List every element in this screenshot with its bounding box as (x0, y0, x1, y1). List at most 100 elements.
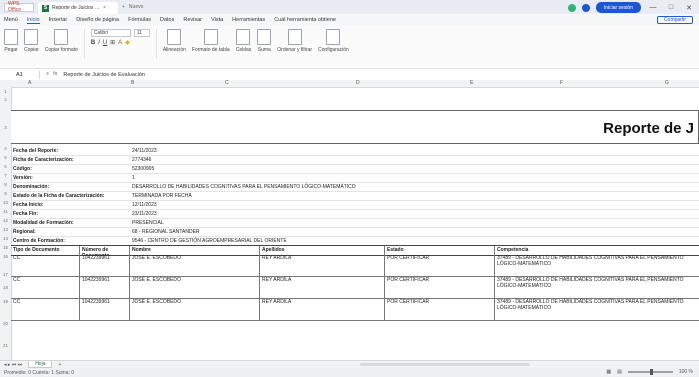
table-cell[interactable]: CC (11, 254, 79, 276)
alignment-icon[interactable] (167, 29, 182, 45)
menu-item[interactable]: Revisar (183, 17, 202, 23)
table-cell[interactable]: 1042239961 (79, 276, 129, 298)
menu-search[interactable]: Cuál herramienta obtiene (274, 17, 336, 23)
column-header[interactable]: E (470, 80, 473, 86)
row-number[interactable]: 5 (0, 155, 11, 160)
table-row[interactable]: CC 1042239961 JOSÉ E. ESCOBEDO REY ARDIL… (11, 254, 699, 277)
format-painter-icon[interactable] (54, 29, 69, 45)
name-box[interactable]: A1 (0, 70, 40, 79)
close-button[interactable]: ✕ (683, 4, 695, 12)
page-layout-icon[interactable]: ▤ (617, 369, 622, 375)
row-number[interactable]: 14 (0, 236, 11, 241)
bold-button[interactable]: B (91, 40, 95, 46)
format-painter-group[interactable]: Copiar formato (45, 29, 78, 53)
settings-group[interactable]: Configuración (318, 29, 349, 53)
row-number[interactable]: 1 (0, 89, 11, 94)
copy-group[interactable]: Copiar (24, 29, 39, 53)
table-cell[interactable]: 37489 - DESARROLLO DE HABILIDADES COGNIT… (494, 254, 699, 276)
maximize-button[interactable]: □ (665, 4, 677, 11)
border-icon[interactable]: ⊞ (110, 39, 115, 46)
alignment-group[interactable]: Alineación (163, 29, 186, 53)
row-number[interactable]: 2 (0, 97, 11, 102)
font-name-select[interactable]: Calibri (90, 29, 131, 37)
row-number[interactable]: 16 (0, 254, 11, 259)
formula-input[interactable]: Reporte de Juicios de Evaluación (63, 72, 145, 78)
table-cell[interactable]: 37489 - DESARROLLO DE HABILIDADES COGNIT… (494, 276, 699, 298)
row-number[interactable]: 19 (0, 299, 11, 304)
document-tab[interactable]: S Reporte de Juicios Evaluativos × (38, 2, 118, 14)
row-number[interactable]: 9 (0, 191, 11, 196)
row-number[interactable]: 20 (0, 321, 11, 326)
copy-icon[interactable] (24, 29, 39, 45)
row-number[interactable]: 8 (0, 182, 11, 187)
table-cell[interactable]: 1042239961 (79, 298, 129, 320)
menu-item[interactable]: Menú (4, 17, 18, 23)
row-number[interactable]: 15 (0, 245, 11, 250)
sort-group[interactable]: Ordenar y filtrar (277, 29, 312, 53)
format-table-group[interactable]: Formato de tabla (192, 29, 230, 53)
column-header[interactable]: D (356, 80, 360, 86)
font-color-icon[interactable]: A (118, 40, 122, 46)
new-tab-button[interactable]: + (122, 4, 125, 10)
table-cell[interactable]: 37489 - DESARROLLO DE HABILIDADES COGNIT… (494, 298, 699, 320)
zoom-knob[interactable] (649, 369, 653, 375)
cells-icon[interactable] (236, 29, 251, 45)
share-button[interactable]: Compartir (657, 16, 693, 24)
row-number[interactable]: 7 (0, 173, 11, 178)
table-cell[interactable]: 1042239961 (79, 254, 129, 276)
table-row[interactable]: CC 1042239961 JOSÉ E. ESCOBEDO REY ARDIL… (11, 298, 699, 321)
report-header-cell[interactable]: Reporte de J (11, 110, 699, 144)
fx-icon[interactable]: fx (53, 71, 57, 78)
sheet-tab[interactable]: Hoja (28, 361, 53, 368)
table-cell[interactable]: REY ARDILA (259, 254, 384, 276)
italic-button[interactable]: I (98, 40, 100, 46)
zoom-level[interactable]: 100 % (679, 369, 693, 375)
row-number[interactable]: 12 (0, 218, 11, 223)
new-tab-label[interactable]: Nuevo (129, 4, 143, 10)
row-number[interactable]: 11 (0, 209, 11, 214)
menu-item[interactable]: Fórmulas (128, 17, 151, 23)
row-number[interactable]: 6 (0, 164, 11, 169)
table-cell[interactable]: JOSÉ E. ESCOBEDO (129, 276, 259, 298)
column-header[interactable]: B (131, 80, 134, 86)
table-cell[interactable]: POR CERTIFICAR (384, 276, 494, 298)
table-cell[interactable]: POR CERTIFICAR (384, 298, 494, 320)
row-number[interactable]: 21 (0, 343, 11, 348)
paste-icon[interactable] (4, 29, 18, 45)
table-cell[interactable]: JOSÉ E. ESCOBEDO (129, 298, 259, 320)
table-cell[interactable]: REY ARDILA (259, 276, 384, 298)
fill-color-icon[interactable]: ◆ (125, 39, 130, 46)
menu-item[interactable]: Diseño de página (76, 17, 119, 23)
settings-icon[interactable] (326, 29, 341, 45)
table-cell[interactable]: CC (11, 298, 79, 320)
add-sheet-button[interactable]: + (58, 362, 61, 368)
menu-item[interactable]: Datos (160, 17, 174, 23)
horizontal-scrollbar[interactable] (360, 363, 530, 366)
sum-group[interactable]: Suma (257, 29, 272, 53)
sum-icon[interactable] (257, 29, 272, 45)
row-number[interactable]: 3 (0, 125, 11, 130)
normal-view-icon[interactable]: ▦ (606, 369, 611, 375)
sheet-nav-icons[interactable]: ◂ ▸ ⏮ ⏭ (4, 362, 22, 368)
column-header[interactable]: F (560, 80, 563, 86)
row-number[interactable]: 10 (0, 200, 11, 205)
font-size-select[interactable]: 11 (133, 29, 150, 37)
tab-close-icon[interactable]: × (103, 5, 106, 11)
underline-button[interactable]: U (103, 40, 107, 46)
table-cell[interactable]: JOSÉ E. ESCOBEDO (129, 254, 259, 276)
menu-item[interactable]: Herramientas (232, 17, 265, 23)
menu-item[interactable]: Vista (211, 17, 223, 23)
column-header[interactable]: C (225, 80, 229, 86)
menu-item-inicio[interactable]: Inicio (26, 17, 40, 24)
sort-icon[interactable] (287, 29, 302, 45)
sync-icon[interactable] (567, 3, 576, 12)
table-cell[interactable]: POR CERTIFICAR (384, 254, 494, 276)
cloud-icon[interactable] (581, 3, 590, 12)
zoom-icon[interactable]: ⌕ (46, 71, 49, 78)
paste-group[interactable]: Pegar (4, 29, 18, 53)
table-cell[interactable]: CC (11, 276, 79, 298)
table-cell[interactable]: REY ARDILA (259, 298, 384, 320)
cells-group[interactable]: Celdas (236, 29, 251, 53)
row-number[interactable]: 18 (0, 285, 11, 290)
menu-item[interactable]: Insertar (49, 17, 68, 23)
